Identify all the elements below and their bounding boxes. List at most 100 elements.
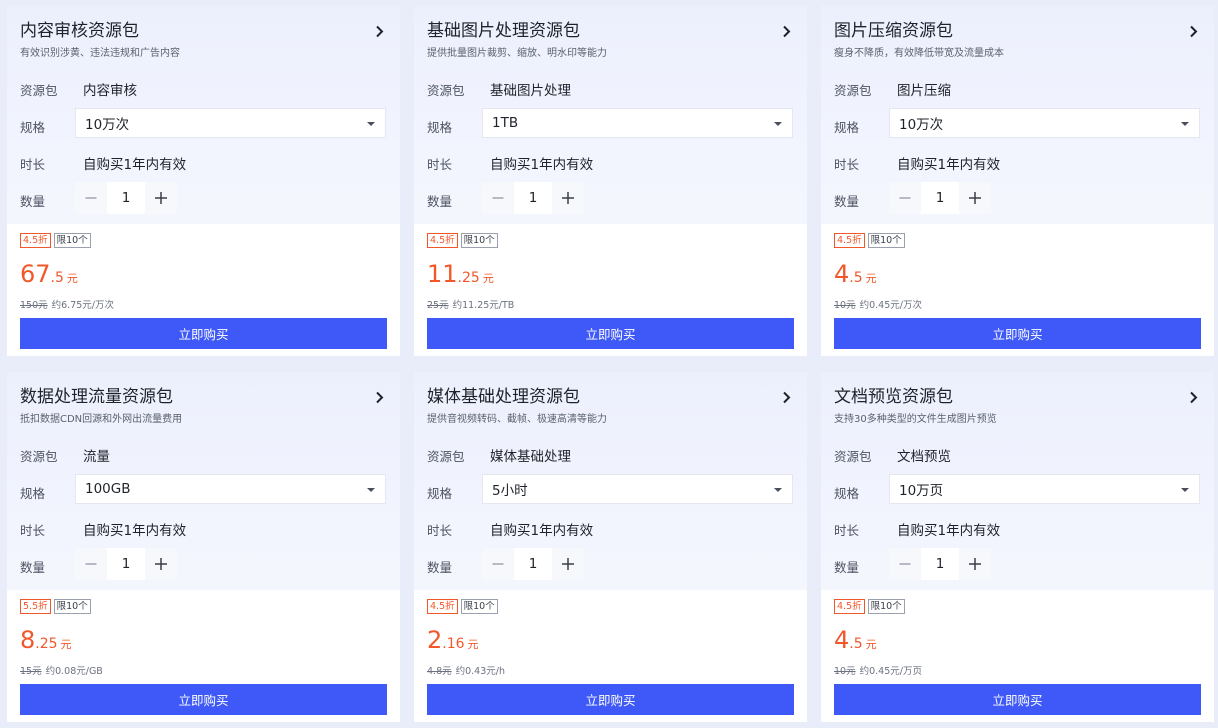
package-value: 媒体基础处理 — [490, 449, 571, 465]
chevron-right-icon[interactable] — [370, 20, 388, 42]
spec-select[interactable]: 10万次 — [889, 108, 1200, 138]
price-section: 4.5折 限10个 67.5 元 150元 约6.75元/万次 立即购买 — [7, 224, 400, 356]
package-label: 资源包 — [20, 83, 58, 98]
package-card: 基础图片处理资源包 提供批量图片裁剪、缩放、明水印等能力 资源包 基础图片处理 … — [414, 6, 807, 356]
original-price: 150元 — [20, 300, 48, 311]
duration-value: 自购买1年内有效 — [83, 157, 187, 173]
duration-label: 时长 — [20, 523, 46, 538]
price: 2.16 元 — [427, 626, 479, 659]
original-price: 25元 — [427, 300, 449, 311]
price-decimal: .5 — [849, 636, 863, 652]
plus-icon[interactable] — [959, 182, 991, 214]
price: 4.5 元 — [834, 626, 877, 659]
limit-badge: 限10个 — [867, 599, 905, 614]
plus-icon[interactable] — [552, 182, 584, 214]
buy-now-button[interactable]: 立即购买 — [20, 684, 387, 715]
caret-down-icon — [774, 122, 782, 126]
card-title: 媒体基础处理资源包 — [427, 387, 580, 407]
price-unit: 元 — [60, 638, 72, 651]
chevron-right-icon[interactable] — [777, 386, 795, 408]
unit-price: 约6.75元/万次 — [51, 300, 114, 311]
quantity-stepper: 1 — [482, 182, 584, 214]
badge-group: 4.5折 限10个 — [834, 233, 905, 248]
unit-price: 约0.45元/万次 — [859, 300, 922, 311]
original-price-line: 15元 约0.08元/GB — [20, 663, 103, 677]
duration-value: 自购买1年内有效 — [897, 523, 1001, 539]
original-price: 15元 — [20, 666, 42, 677]
unit-price: 约0.43元/h — [455, 666, 505, 677]
limit-badge: 限10个 — [460, 599, 498, 614]
buy-now-button[interactable]: 立即购买 — [834, 318, 1201, 349]
price-unit: 元 — [66, 272, 78, 285]
buy-now-button[interactable]: 立即购买 — [427, 318, 794, 349]
minus-icon[interactable] — [889, 182, 921, 214]
plus-icon[interactable] — [145, 182, 177, 214]
quantity-input[interactable]: 1 — [514, 548, 552, 580]
price: 67.5 元 — [20, 260, 78, 293]
spec-select[interactable]: 1TB — [482, 108, 793, 138]
original-price-line: 150元 约6.75元/万次 — [20, 297, 114, 311]
duration-value: 自购买1年内有效 — [83, 523, 187, 539]
card-description: 瘦身不降质，有效降低带宽及流量成本 — [834, 48, 1004, 59]
chevron-right-icon[interactable] — [370, 386, 388, 408]
quantity-input[interactable]: 1 — [514, 182, 552, 214]
price: 8.25 元 — [20, 626, 72, 659]
card-header: 基础图片处理资源包 提供批量图片裁剪、缩放、明水印等能力 — [427, 20, 795, 68]
quantity-stepper: 1 — [889, 548, 991, 580]
limit-badge: 限10个 — [53, 233, 91, 248]
card-title: 数据处理流量资源包 — [20, 387, 173, 407]
unit-price: 约0.08元/GB — [45, 666, 103, 677]
spec-select[interactable]: 10万次 — [75, 108, 386, 138]
card-header: 内容审核资源包 有效识别涉黄、违法违规和广告内容 — [20, 20, 388, 68]
price-integer: 2 — [427, 626, 443, 654]
card-header: 媒体基础处理资源包 提供音视频转码、截帧、极速高清等能力 — [427, 386, 795, 434]
buy-now-button[interactable]: 立即购买 — [20, 318, 387, 349]
original-price-line: 10元 约0.45元/万次 — [834, 297, 922, 311]
price-unit: 元 — [865, 272, 877, 285]
price-integer: 11 — [427, 260, 458, 288]
quantity-stepper: 1 — [889, 182, 991, 214]
plus-icon[interactable] — [145, 548, 177, 580]
price-integer: 8 — [20, 626, 36, 654]
minus-icon[interactable] — [75, 548, 107, 580]
spec-select[interactable]: 10万页 — [889, 474, 1200, 504]
minus-icon[interactable] — [482, 548, 514, 580]
chevron-right-icon[interactable] — [1184, 20, 1202, 42]
buy-now-button[interactable]: 立即购买 — [427, 684, 794, 715]
spec-select-value: 5小时 — [492, 483, 528, 499]
badge-group: 4.5折 限10个 — [427, 599, 498, 614]
spec-select-value: 100GB — [85, 481, 131, 497]
plus-icon[interactable] — [959, 548, 991, 580]
quantity-stepper: 1 — [482, 548, 584, 580]
spec-select-value: 10万页 — [899, 483, 944, 499]
duration-label: 时长 — [834, 523, 860, 538]
card-header: 数据处理流量资源包 抵扣数据CDN回源和外网出流量费用 — [20, 386, 388, 434]
discount-badge: 4.5折 — [834, 599, 865, 614]
quantity-input[interactable]: 1 — [107, 182, 145, 214]
spec-select-value: 10万次 — [85, 117, 130, 133]
duration-label: 时长 — [427, 157, 453, 172]
chevron-right-icon[interactable] — [1184, 386, 1202, 408]
minus-icon[interactable] — [75, 182, 107, 214]
minus-icon[interactable] — [889, 548, 921, 580]
chevron-right-icon[interactable] — [777, 20, 795, 42]
caret-down-icon — [1181, 488, 1189, 492]
spec-select[interactable]: 100GB — [75, 474, 386, 504]
spec-select[interactable]: 5小时 — [482, 474, 793, 504]
minus-icon[interactable] — [482, 182, 514, 214]
quantity-input[interactable]: 1 — [107, 548, 145, 580]
price-integer: 4 — [834, 260, 850, 288]
card-description: 有效识别涉黄、违法违规和广告内容 — [20, 48, 180, 59]
package-label: 资源包 — [834, 83, 872, 98]
buy-now-button[interactable]: 立即购买 — [834, 684, 1201, 715]
quantity-input[interactable]: 1 — [921, 548, 959, 580]
price-integer: 4 — [834, 626, 850, 654]
original-price: 4.8元 — [427, 666, 452, 677]
spec-label: 规格 — [20, 120, 46, 135]
plus-icon[interactable] — [552, 548, 584, 580]
caret-down-icon — [1181, 122, 1189, 126]
card-header: 文档预览资源包 支持30多种类型的文件生成图片预览 — [834, 386, 1202, 434]
package-value: 基础图片处理 — [490, 83, 571, 99]
quantity-input[interactable]: 1 — [921, 182, 959, 214]
discount-badge: 4.5折 — [20, 233, 51, 248]
